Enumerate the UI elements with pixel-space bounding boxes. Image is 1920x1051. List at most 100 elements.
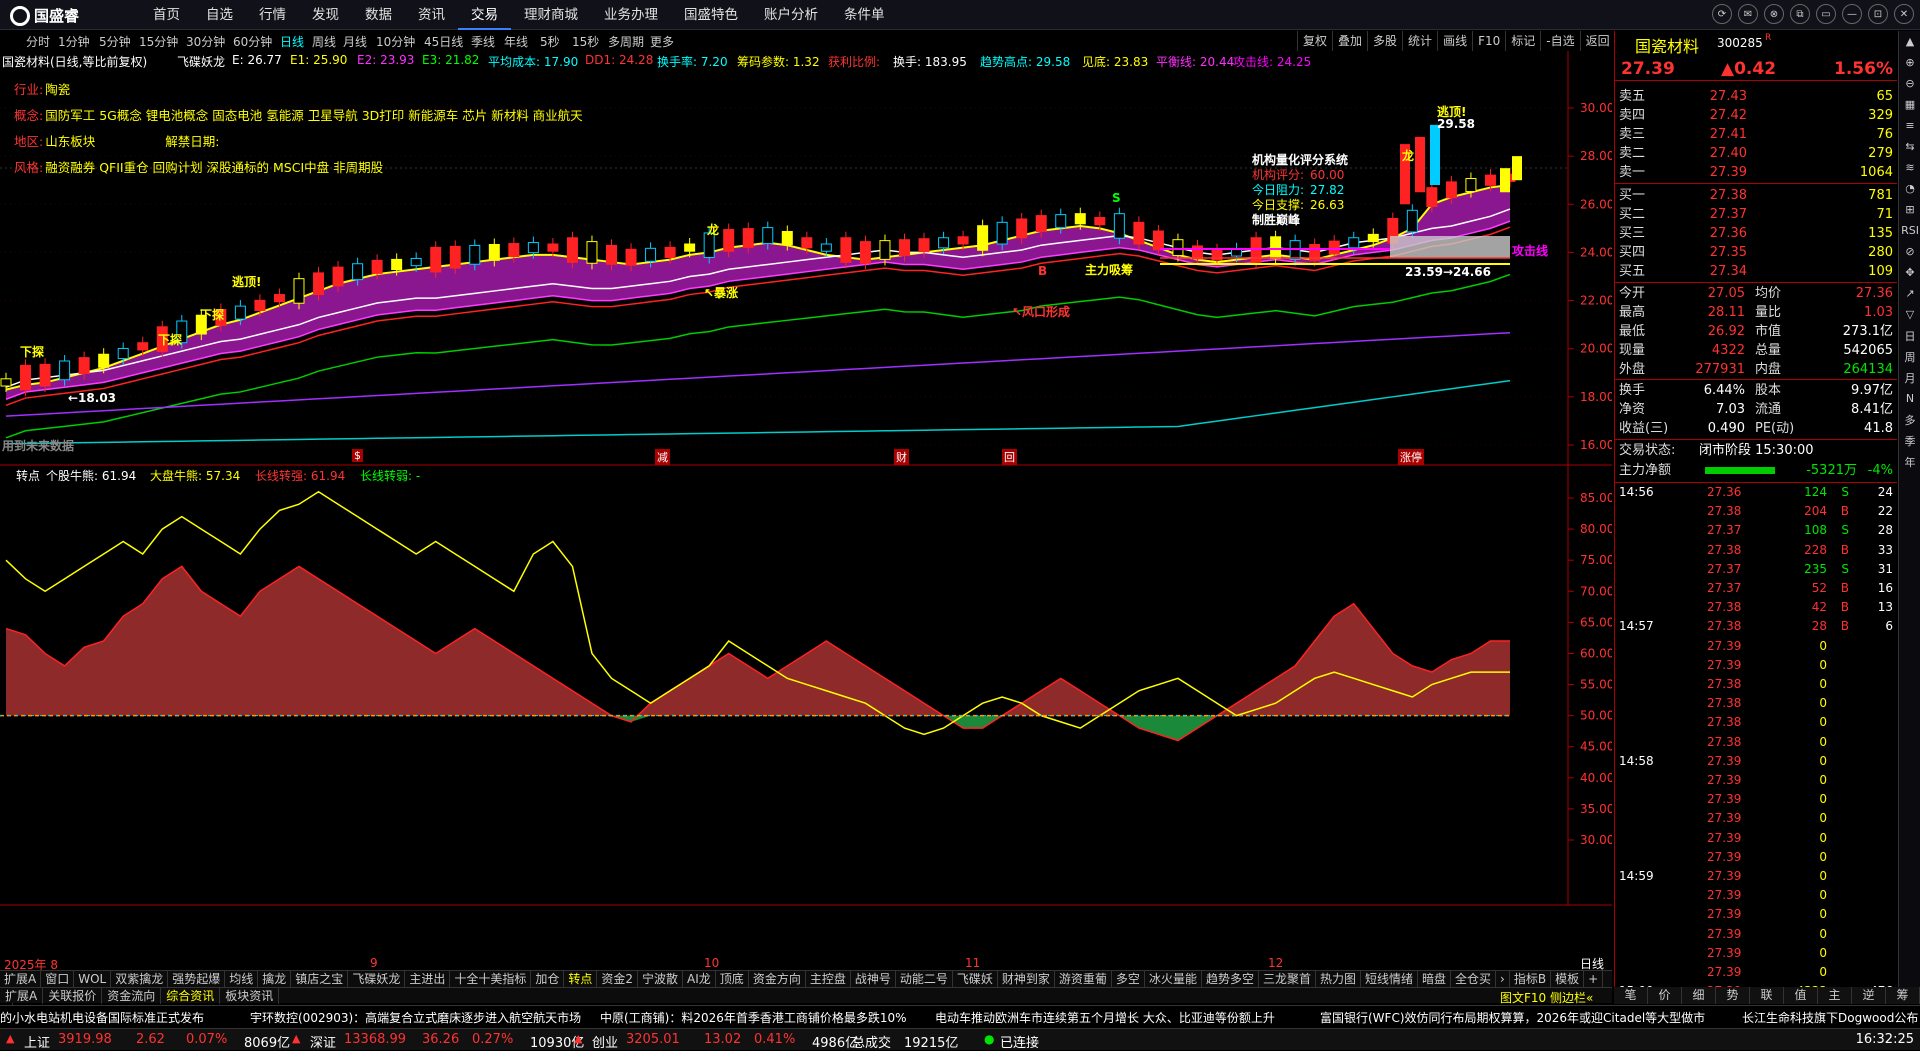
indicator-tab[interactable]: 短线情绪 bbox=[1361, 971, 1419, 988]
window-control-icon[interactable]: ▭ bbox=[1816, 4, 1836, 24]
quote-panel-tab[interactable]: 价 bbox=[1648, 987, 1682, 1004]
bid-row[interactable]: 买一 27.38 781 bbox=[1615, 186, 1897, 205]
period-tab[interactable]: 月线 bbox=[343, 33, 367, 50]
indicator-tab[interactable]: 战神号 bbox=[851, 971, 896, 988]
side-tool-icon[interactable]: 季 bbox=[1899, 430, 1920, 451]
indicator-tab[interactable]: 游资重葡 bbox=[1055, 971, 1112, 988]
side-tool-icon[interactable]: ▲ bbox=[1899, 31, 1920, 52]
indicator-tab[interactable]: 主控盘 bbox=[806, 971, 851, 988]
news-item[interactable]: 宇环数控(002903)：高端复合立式磨床逐步进入航空航天市场 bbox=[250, 1009, 581, 1026]
news-item[interactable]: 富国银行(WFC)效仿同行布局期权算算，2026年或迎Citadel等大型做市 bbox=[1320, 1009, 1705, 1026]
side-tool-icon[interactable]: 周 bbox=[1899, 346, 1920, 367]
indicator-tab[interactable]: 擒龙 bbox=[258, 971, 292, 988]
news-item[interactable]: 电动车推动欧洲车市连续第五个月增长 大众、比亚迪等份额上升 bbox=[935, 1009, 1275, 1026]
indicator-tab[interactable]: 多空 bbox=[1112, 971, 1145, 988]
indicator-tab[interactable]: 加仓 bbox=[531, 971, 565, 988]
side-tool-icon[interactable]: ↗ bbox=[1899, 283, 1920, 304]
side-tool-icon[interactable]: RSI bbox=[1899, 220, 1920, 241]
nav-item[interactable]: 首页 bbox=[140, 0, 193, 30]
period-tab[interactable]: 5分钟 bbox=[99, 33, 131, 50]
quote-panel-tab[interactable]: 值 bbox=[1784, 987, 1818, 1004]
nav-item[interactable]: 资讯 bbox=[405, 0, 458, 30]
window-control-icon[interactable]: ✉ bbox=[1738, 4, 1758, 24]
window-control-icon[interactable]: ⊗ bbox=[1764, 4, 1784, 24]
side-tool-icon[interactable]: ⊘ bbox=[1899, 241, 1920, 262]
side-tool-icon[interactable]: ⊖ bbox=[1899, 73, 1920, 94]
quote-panel-tab[interactable]: 笔 bbox=[1614, 987, 1648, 1004]
nav-item[interactable]: 条件单 bbox=[831, 0, 898, 30]
quote-panel-tab[interactable]: 筹 bbox=[1886, 987, 1920, 1004]
indicator-tab[interactable]: 均线 bbox=[225, 971, 259, 988]
indicator-tab[interactable]: + bbox=[1584, 971, 1604, 988]
ask-row[interactable]: 卖五 27.43 65 bbox=[1615, 87, 1897, 106]
quote-panel-tab[interactable]: 细 bbox=[1682, 987, 1716, 1004]
nav-item[interactable]: 行情 bbox=[246, 0, 299, 30]
event-marker[interactable]: 财 bbox=[894, 449, 909, 465]
news-item[interactable]: 长江生命科技旗下Dogwood公布 bbox=[1742, 1009, 1918, 1026]
period-tab[interactable]: 季线 bbox=[471, 33, 495, 50]
period-tab[interactable]: 周线 bbox=[312, 33, 336, 50]
period-tab[interactable]: 15秒 bbox=[572, 33, 599, 50]
indicator-tab[interactable]: 动能二号 bbox=[896, 971, 953, 988]
side-tool-icon[interactable]: ≡ bbox=[1899, 115, 1920, 136]
window-control-icon[interactable]: — bbox=[1842, 4, 1862, 24]
side-panel-toggle[interactable]: 图文F10 侧边栏« bbox=[1500, 989, 1593, 1006]
indicator-tab[interactable]: › bbox=[1496, 971, 1510, 988]
chart-tool-button[interactable]: 复权 bbox=[1297, 31, 1332, 51]
period-tab[interactable]: 多周期 bbox=[608, 33, 644, 50]
nav-item[interactable]: 理财商城 bbox=[511, 0, 591, 30]
period-tab[interactable]: 分时 bbox=[26, 33, 50, 50]
event-marker[interactable]: $ bbox=[352, 449, 363, 462]
status-index-name[interactable]: 创业 bbox=[592, 1032, 618, 1051]
info-tab[interactable]: 扩展A bbox=[0, 988, 44, 1004]
indicator-tab[interactable]: 热力图 bbox=[1316, 971, 1361, 988]
period-tab[interactable]: 年线 bbox=[504, 33, 528, 50]
chart-tool-button[interactable]: 返回 bbox=[1579, 31, 1615, 51]
period-tab[interactable]: 日线 bbox=[280, 33, 304, 50]
period-tab[interactable]: 15分钟 bbox=[139, 33, 178, 50]
indicator-tab[interactable]: 资金2 bbox=[597, 971, 639, 988]
side-tool-icon[interactable]: ▽ bbox=[1899, 304, 1920, 325]
bid-row[interactable]: 买二 27.37 71 bbox=[1615, 205, 1897, 224]
side-tool-icon[interactable]: ⊞ bbox=[1899, 199, 1920, 220]
bid-row[interactable]: 买四 27.35 280 bbox=[1615, 243, 1897, 262]
period-tab[interactable]: 45日线 bbox=[424, 33, 463, 50]
event-marker[interactable]: 回 bbox=[1002, 449, 1017, 465]
indicator-tab[interactable]: 宁波散 bbox=[638, 971, 684, 988]
side-tool-icon[interactable]: N bbox=[1899, 388, 1920, 409]
chart-tool-button[interactable]: 画线 bbox=[1437, 31, 1472, 51]
nav-item[interactable]: 发现 bbox=[299, 0, 352, 30]
side-tool-icon[interactable]: 日 bbox=[1899, 325, 1920, 346]
side-tool-icon[interactable]: ▦ bbox=[1899, 94, 1920, 115]
chart-tool-button[interactable]: 标记 bbox=[1505, 31, 1540, 51]
period-tab[interactable]: 1分钟 bbox=[58, 33, 90, 50]
chart-tool-button[interactable]: -自选 bbox=[1540, 31, 1579, 51]
ask-row[interactable]: 卖二 27.40 279 bbox=[1615, 144, 1897, 163]
side-tool-icon[interactable]: ⇆ bbox=[1899, 136, 1920, 157]
chart-tool-button[interactable]: 叠加 bbox=[1332, 31, 1367, 51]
window-control-icon[interactable]: ✕ bbox=[1894, 4, 1914, 24]
status-index-name[interactable]: 上证 bbox=[24, 1032, 50, 1051]
period-tab[interactable]: 10分钟 bbox=[376, 33, 415, 50]
period-tab[interactable]: 60分钟 bbox=[233, 33, 272, 50]
side-tool-icon[interactable]: ✥ bbox=[1899, 262, 1920, 283]
quote-panel-tab[interactable]: 主 bbox=[1818, 987, 1852, 1004]
period-tab[interactable]: 30分钟 bbox=[186, 33, 225, 50]
nav-item[interactable]: 业务办理 bbox=[591, 0, 671, 30]
nav-item[interactable]: 账户分析 bbox=[751, 0, 831, 30]
indicator-tab[interactable]: 顶底 bbox=[716, 971, 749, 988]
side-tool-icon[interactable]: 年 bbox=[1899, 451, 1920, 472]
info-tab[interactable]: 综合资讯 bbox=[161, 988, 221, 1004]
window-control-icon[interactable]: ⊡ bbox=[1868, 4, 1888, 24]
indicator-tab[interactable]: 强势起爆 bbox=[168, 971, 226, 988]
side-tool-icon[interactable]: ≋ bbox=[1899, 157, 1920, 178]
news-item[interactable]: 的小水电站机电设备国际标准正式发布 bbox=[0, 1009, 204, 1026]
nav-item[interactable]: 自选 bbox=[193, 0, 246, 30]
info-tab[interactable]: 资金流向 bbox=[102, 988, 162, 1004]
indicator-tab[interactable]: 冰火量能 bbox=[1145, 971, 1202, 988]
indicator-tab[interactable]: 十全十美指标 bbox=[450, 971, 532, 988]
indicator-tab[interactable]: 飞碟妖龙 bbox=[348, 971, 406, 988]
indicator-tab[interactable]: 窗口 bbox=[41, 971, 75, 988]
quote-panel-tab[interactable]: 逆 bbox=[1852, 987, 1886, 1004]
chart-tool-button[interactable]: 统计 bbox=[1402, 31, 1437, 51]
